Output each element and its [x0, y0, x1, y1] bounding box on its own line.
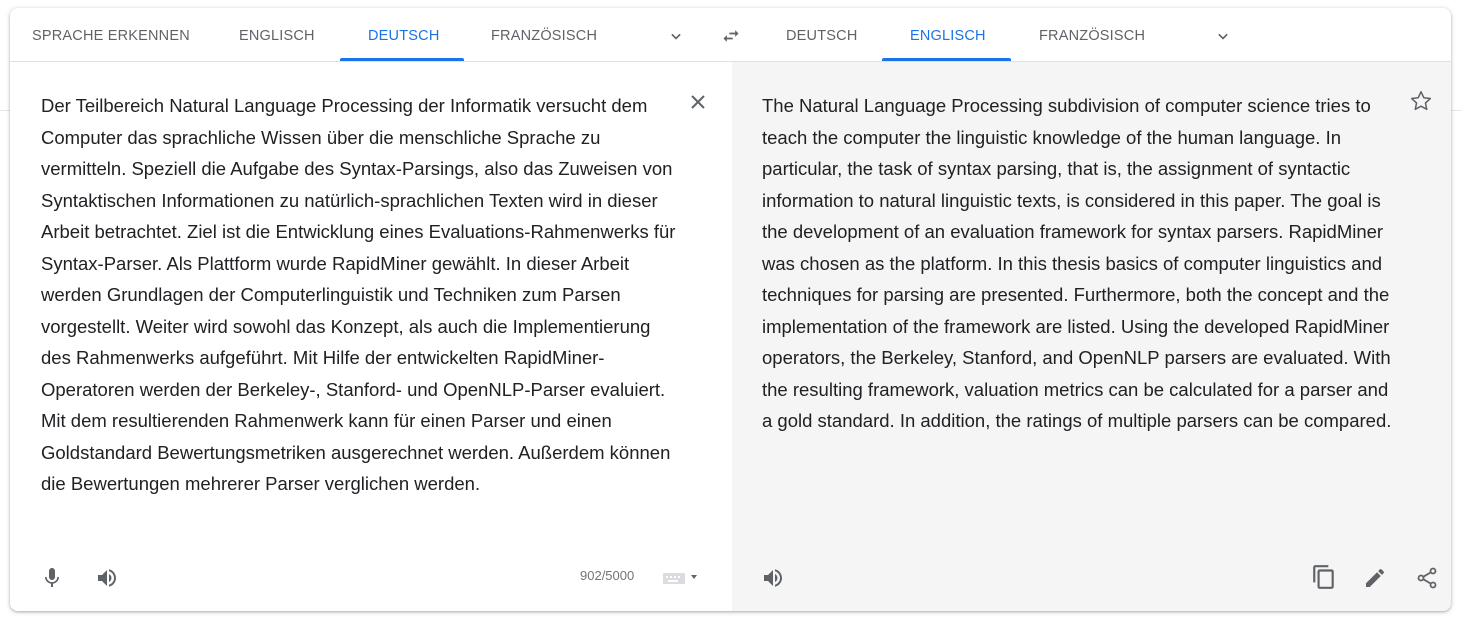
tab-source-english[interactable]: ENGLISCH	[239, 8, 315, 61]
tab-detect-language[interactable]: SPRACHE ERKENNEN	[32, 8, 190, 61]
tab-target-english[interactable]: ENGLISCH	[910, 8, 986, 61]
share-icon[interactable]	[1415, 566, 1439, 590]
character-count: 902/5000	[580, 568, 635, 583]
target-pane: The Natural Language Processing subdivis…	[732, 62, 1451, 611]
speaker-icon[interactable]	[761, 566, 785, 590]
keyboard-icon[interactable]	[662, 570, 698, 586]
language-bar: SPRACHE ERKENNEN ENGLISCH DEUTSCH FRANZÖ…	[10, 8, 1451, 62]
target-tab-indicator	[882, 58, 1011, 61]
source-tab-indicator	[340, 58, 464, 61]
translate-card: SPRACHE ERKENNEN ENGLISCH DEUTSCH FRANZÖ…	[10, 8, 1451, 611]
copy-icon[interactable]	[1311, 564, 1337, 590]
swap-icon[interactable]	[721, 26, 741, 46]
tab-target-german[interactable]: DEUTSCH	[786, 8, 858, 61]
edit-icon[interactable]	[1363, 566, 1387, 590]
translation-output: The Natural Language Processing subdivis…	[762, 95, 1392, 431]
source-pane: Der Teilbereich Natural Language Process…	[10, 62, 732, 611]
tab-target-french[interactable]: FRANZÖSISCH	[1039, 8, 1145, 61]
source-text-input[interactable]: Der Teilbereich Natural Language Process…	[41, 90, 681, 500]
chevron-down-icon[interactable]	[666, 26, 686, 46]
star-icon[interactable]	[1408, 88, 1434, 114]
speaker-icon[interactable]	[95, 566, 119, 590]
chevron-down-icon[interactable]	[1213, 26, 1233, 46]
tab-source-french[interactable]: FRANZÖSISCH	[491, 8, 597, 61]
microphone-icon[interactable]	[40, 566, 64, 590]
close-icon[interactable]	[686, 90, 710, 114]
tab-source-german[interactable]: DEUTSCH	[368, 8, 440, 61]
